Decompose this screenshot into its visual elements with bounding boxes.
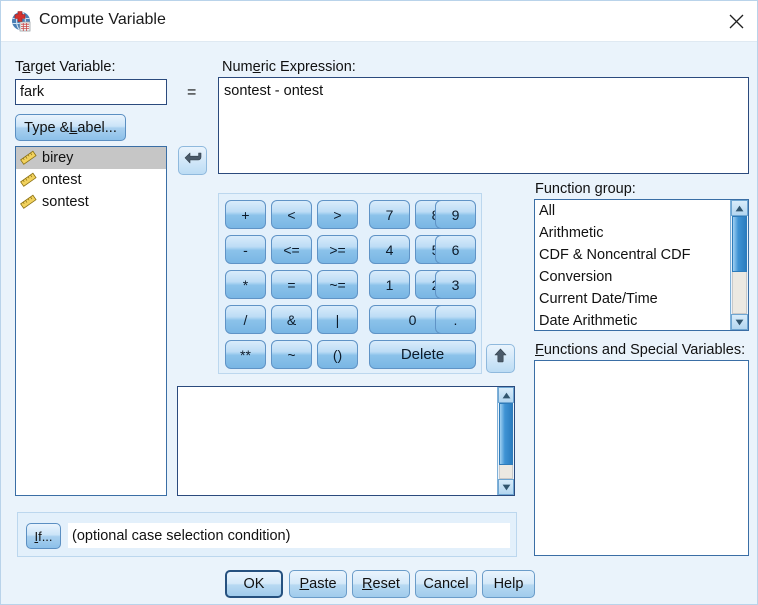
scroll-up-icon[interactable] [731,200,748,216]
variable-name: sontest [42,194,89,210]
key-not[interactable]: ~ [271,340,312,369]
calculator-keypad: + < > 7 8 9 - <= >= 4 5 6 * = ~= 1 2 3 /… [218,193,482,374]
list-item[interactable]: Date Arithmetic [535,310,748,330]
list-item[interactable]: sontest [16,191,166,213]
scroll-down-icon[interactable] [498,479,514,495]
key-delete[interactable]: Delete [369,340,476,369]
list-item[interactable]: CDF & Noncentral CDF [535,244,748,266]
key-3[interactable]: 3 [435,270,476,299]
key-divide[interactable]: / [225,305,266,334]
scale-ruler-icon [20,150,37,166]
key-1[interactable]: 1 [369,270,410,299]
title-bar: Compute Variable [1,1,757,42]
key-minus[interactable]: - [225,235,266,264]
list-item[interactable]: birey [16,147,166,169]
ok-button[interactable]: OK [225,570,283,598]
list-item[interactable]: All [535,200,748,222]
compute-variable-dialog: Compute Variable Target Variable: Type &… [0,0,758,605]
target-variable-input[interactable] [15,79,167,105]
if-condition-panel: If... [17,512,517,557]
scrollbar-thumb[interactable] [499,403,513,465]
function-group-scrollbar[interactable] [730,200,748,330]
help-button[interactable]: Help [482,570,535,598]
key-less-than[interactable]: < [271,200,312,229]
scroll-down-icon[interactable] [731,314,748,330]
move-up-button[interactable] [486,344,515,373]
expression-preview-scrollbar[interactable] [497,387,514,495]
key-7[interactable]: 7 [369,200,410,229]
if-button[interactable]: If... [26,523,61,549]
key-multiply[interactable]: * [225,270,266,299]
key-9[interactable]: 9 [435,200,476,229]
target-variable-label: Target Variable: [15,59,116,75]
list-item[interactable]: Arithmetic [535,222,748,244]
key-and[interactable]: & [271,305,312,334]
scale-ruler-icon [20,194,37,210]
function-group-list[interactable]: All Arithmetic CDF & Noncentral CDF Conv… [534,199,749,331]
type-and-label-button[interactable]: Type & Label... [15,114,126,141]
scrollbar-thumb[interactable] [732,216,747,272]
key-parentheses[interactable]: () [317,340,358,369]
variable-list[interactable]: birey ontest sontest [15,146,167,496]
if-condition-text[interactable] [68,523,510,548]
list-item[interactable]: Current Date/Time [535,288,748,310]
key-greater-equal[interactable]: >= [317,235,358,264]
list-item[interactable]: ontest [16,169,166,191]
expression-preview-area[interactable] [177,386,515,496]
reset-button[interactable]: Reset [352,570,410,598]
key-6[interactable]: 6 [435,235,476,264]
function-group-label: Function group: [535,181,636,197]
key-4[interactable]: 4 [369,235,410,264]
key-greater-than[interactable]: > [317,200,358,229]
arrow-move-right-icon [184,150,202,171]
variable-name: birey [42,150,74,166]
equals-sign: = [187,84,197,101]
spss-compute-variable-icon [10,10,32,32]
cancel-button[interactable]: Cancel [415,570,477,598]
window-title: Compute Variable [39,11,166,28]
key-power[interactable]: ** [225,340,266,369]
key-decimal[interactable]: . [435,305,476,334]
key-not-equal[interactable]: ~= [317,270,358,299]
list-item[interactable]: Conversion [535,266,748,288]
functions-special-variables-list[interactable] [534,360,749,556]
paste-button[interactable]: Paste [289,570,347,598]
key-less-equal[interactable]: <= [271,235,312,264]
key-equals[interactable]: = [271,270,312,299]
key-plus[interactable]: + [225,200,266,229]
numeric-expression-input[interactable] [218,77,749,174]
key-or[interactable]: | [317,305,358,334]
functions-special-variables-label: Functions and Special Variables: [535,342,746,358]
scroll-up-icon[interactable] [498,387,514,403]
arrow-up-icon [493,348,508,370]
numeric-expression-label: Numeric Expression: [222,59,356,75]
scale-ruler-icon [20,172,37,188]
move-variable-button[interactable] [178,146,207,175]
variable-name: ontest [42,172,82,188]
close-icon[interactable] [713,1,757,41]
